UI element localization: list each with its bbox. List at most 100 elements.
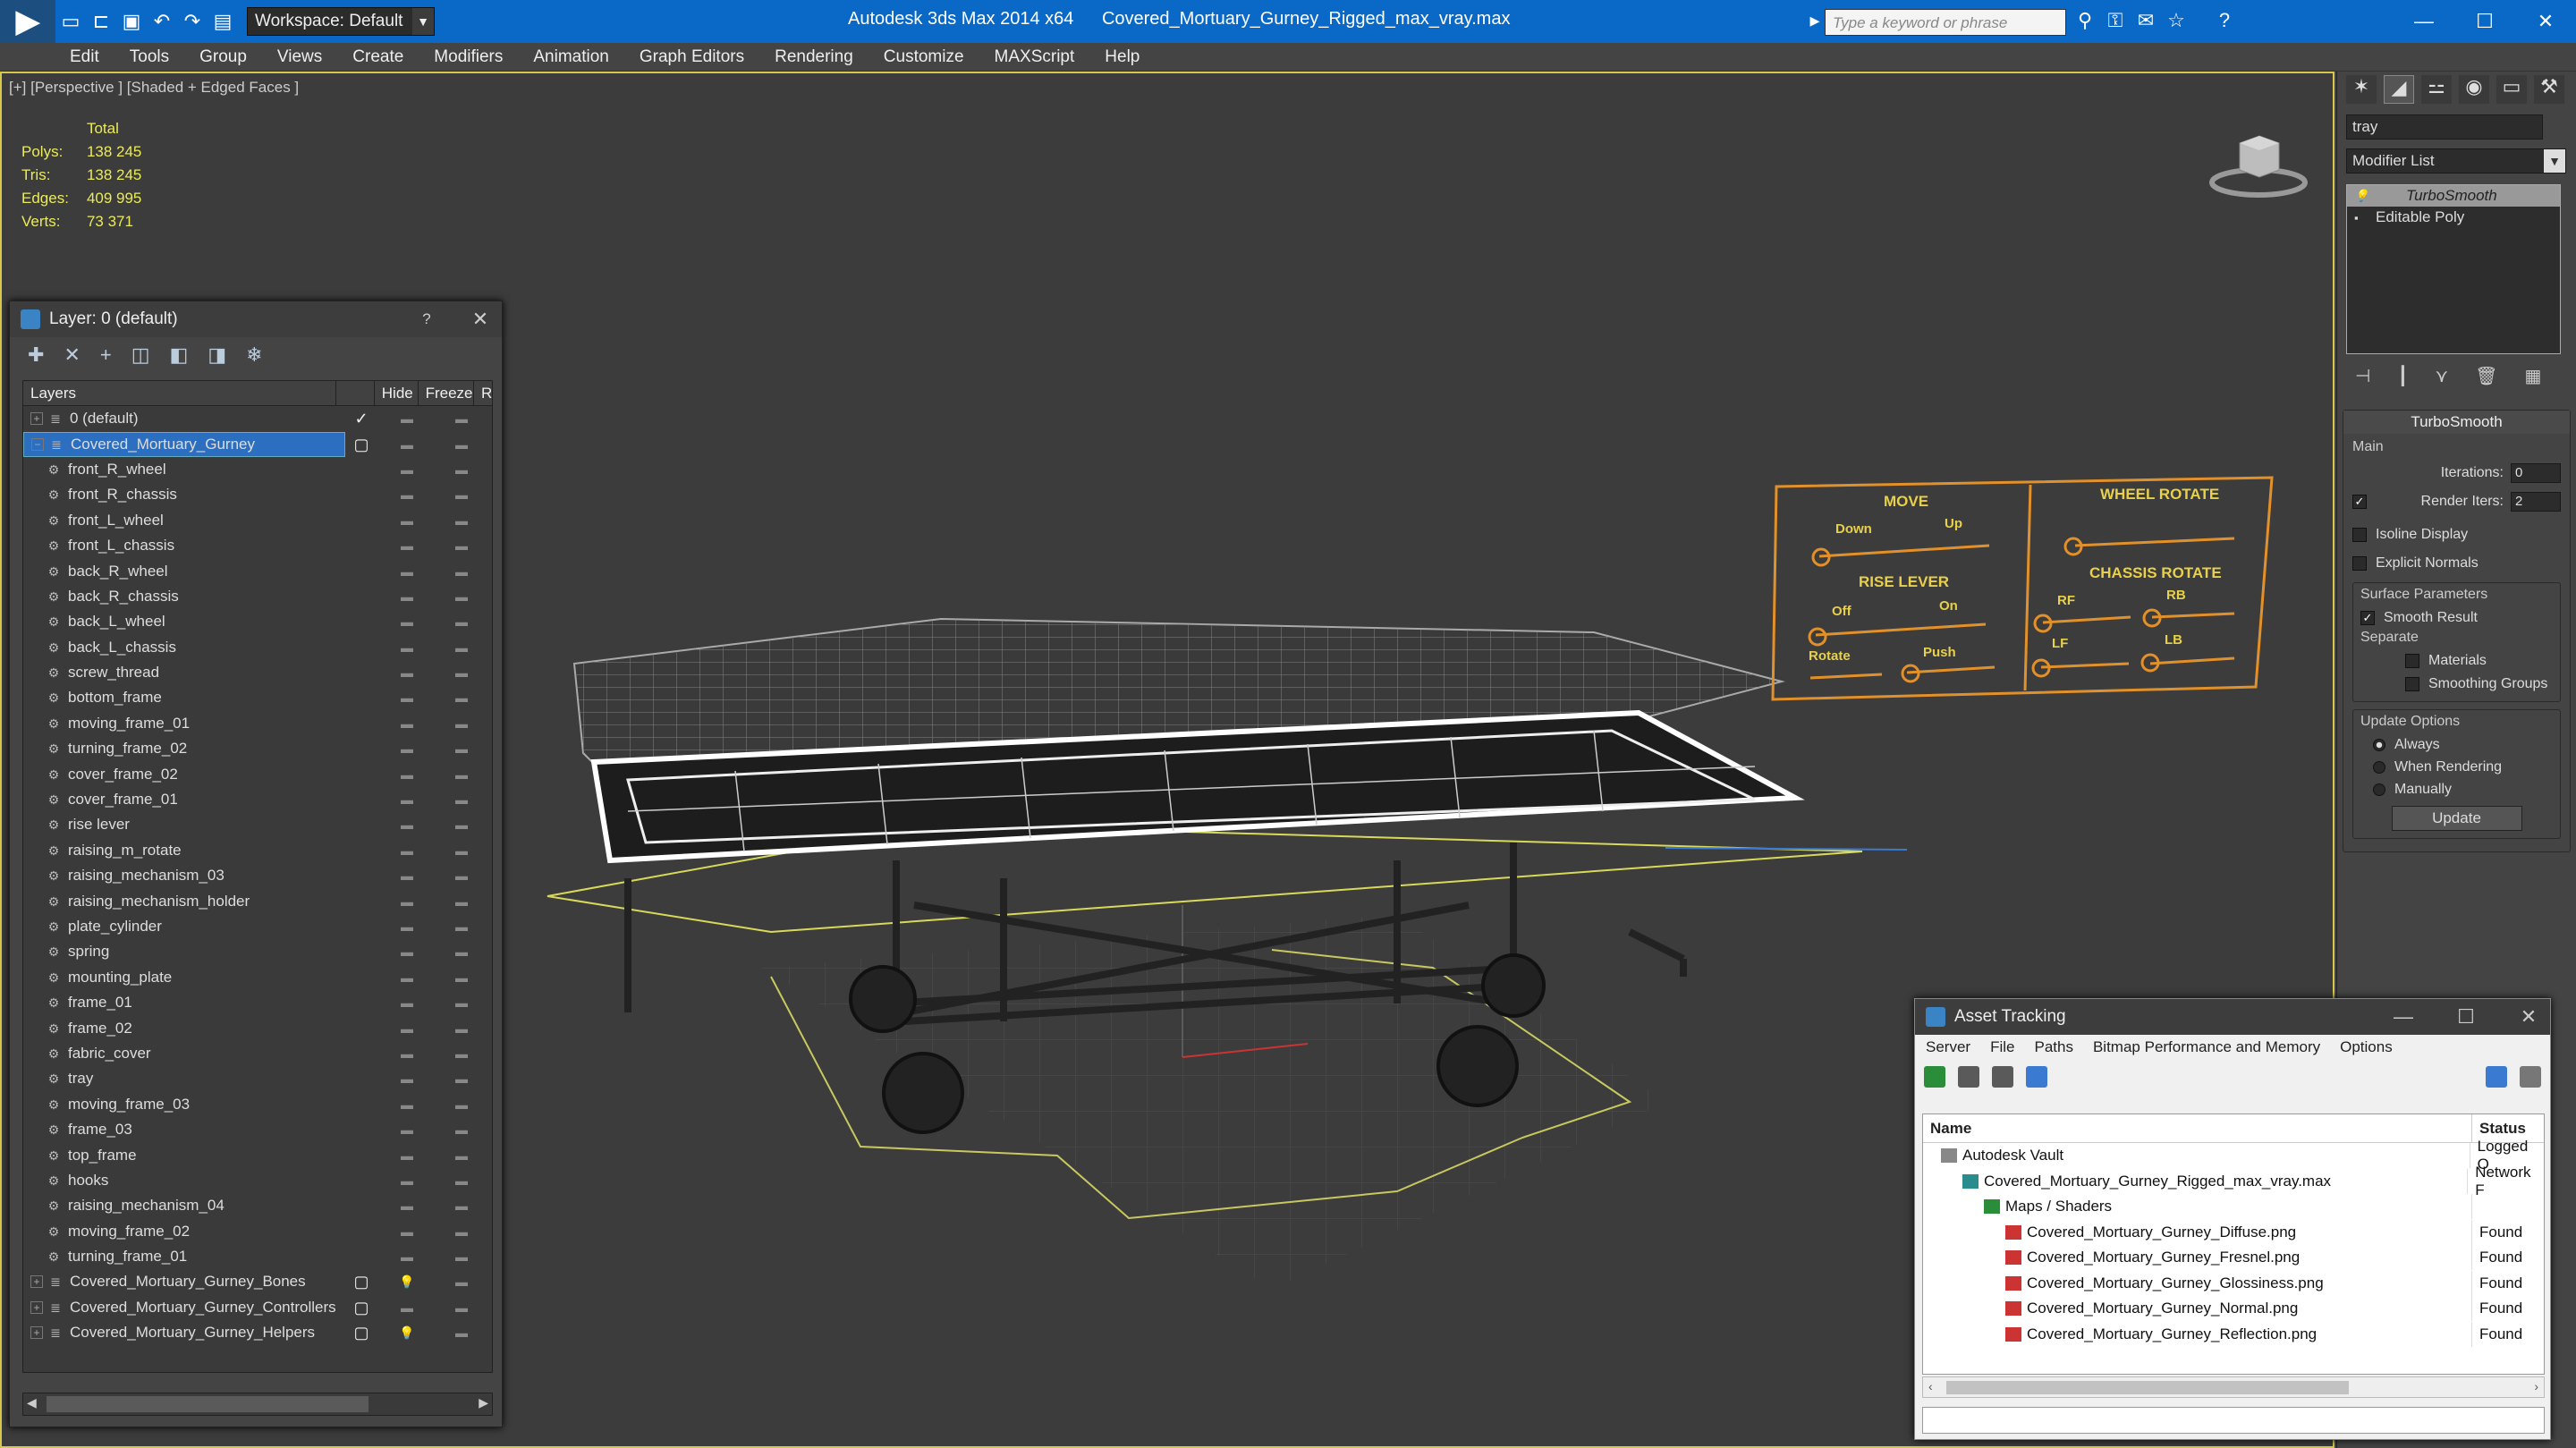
asset-row[interactable]: Maps / Shaders: [1923, 1194, 2544, 1220]
expand-icon[interactable]: ▪: [2354, 211, 2370, 224]
layer-row[interactable]: ⚙ rise lever ▬ ▬: [23, 812, 492, 837]
freeze-toggle-icon[interactable]: ▬: [451, 843, 472, 858]
freeze-toggle-icon[interactable]: ▬: [451, 437, 472, 452]
hide-toggle-icon[interactable]: ▬: [397, 995, 417, 1010]
layer-row-name-cell[interactable]: ⚙ moving_frame_02: [23, 1219, 345, 1244]
freeze-toggle-icon[interactable]: ▬: [451, 741, 472, 756]
smooth-result-checkbox[interactable]: ✓ Smooth Result: [2360, 606, 2553, 630]
freeze-toggle-icon[interactable]: ▬: [451, 767, 472, 782]
hide-toggle-icon[interactable]: ▬: [397, 640, 417, 655]
expand-icon[interactable]: +: [30, 1326, 43, 1340]
modify-tab-icon[interactable]: ◢: [2384, 75, 2414, 104]
freeze-toggle-icon[interactable]: ▬: [451, 995, 472, 1010]
close-icon[interactable]: ✕: [2519, 4, 2572, 39]
freeze-toggle-icon[interactable]: ▬: [451, 1122, 472, 1137]
hide-toggle-icon[interactable]: ▬: [397, 589, 417, 604]
layer-row[interactable]: ⚙ back_R_wheel ▬ ▬: [23, 558, 492, 583]
layer-row-name-cell[interactable]: ⚙ raising_mechanism_holder: [23, 889, 345, 914]
set-current-layer-icon[interactable]: ▢: [352, 1299, 370, 1317]
expand-icon[interactable]: +: [30, 412, 43, 426]
layer-row[interactable]: + ≣ Covered_Mortuary_Gurney_Helpers ▢ 💡 ▬: [23, 1320, 492, 1345]
layer-row[interactable]: ⚙ screw_thread ▬ ▬: [23, 660, 492, 685]
layer-row-name-cell[interactable]: ⚙ hooks: [23, 1168, 345, 1193]
layer-row-name-cell[interactable]: ⚙ back_L_chassis: [23, 635, 345, 660]
menu-rendering[interactable]: Rendering: [775, 47, 853, 67]
menu-views[interactable]: Views: [277, 47, 322, 67]
freeze-toggle-icon[interactable]: ▬: [451, 944, 472, 959]
collapse-icon[interactable]: −: [31, 437, 44, 451]
layer-row[interactable]: ⚙ front_L_wheel ▬ ▬: [23, 508, 492, 533]
hide-toggle-icon[interactable]: ▬: [397, 1071, 417, 1086]
layer-row-name-cell[interactable]: ⚙ raising_m_rotate: [23, 838, 345, 863]
layer-row-name-cell[interactable]: ⚙ mounting_plate: [23, 965, 345, 990]
hide-toggle-icon[interactable]: ▬: [397, 487, 417, 502]
motion-tab-icon[interactable]: ◉: [2459, 75, 2489, 104]
show-end-result-icon[interactable]: ┃: [2397, 365, 2408, 392]
rollout-header[interactable]: TurboSmooth: [2343, 411, 2570, 434]
detail-view-icon[interactable]: [1992, 1066, 2013, 1088]
layer-row-name-cell[interactable]: ⚙ bottom_frame: [23, 685, 345, 710]
layer-row-name-cell[interactable]: ⚙ frame_03: [23, 1117, 345, 1142]
isoline-display-checkbox[interactable]: Isoline Display: [2352, 523, 2561, 546]
menu-modifiers[interactable]: Modifiers: [434, 47, 503, 67]
subscription-icon[interactable]: ⚿: [2102, 9, 2129, 36]
hide-toggle-icon[interactable]: ▬: [397, 437, 417, 452]
radio-icon[interactable]: [2373, 760, 2385, 774]
layer-row[interactable]: ⚙ front_R_chassis ▬ ▬: [23, 482, 492, 507]
modifier-list-dropdown[interactable]: Modifier List ▼: [2346, 148, 2566, 174]
hide-toggle-icon[interactable]: ▬: [397, 944, 417, 959]
scroll-left-icon[interactable]: ◀: [27, 1395, 37, 1410]
help-icon[interactable]: [2486, 1066, 2507, 1088]
layer-row-name-cell[interactable]: ⚙ rise lever: [23, 812, 345, 837]
layer-row-name-cell[interactable]: + ≣ Covered_Mortuary_Gurney_Helpers: [23, 1320, 345, 1345]
freeze-toggle-icon[interactable]: ▬: [451, 462, 472, 477]
maximize-icon[interactable]: ☐: [2445, 999, 2487, 1035]
layer-row[interactable]: ⚙ bottom_frame ▬ ▬: [23, 685, 492, 710]
hide-toggle-icon[interactable]: ▬: [397, 564, 417, 579]
layer-row-name-cell[interactable]: ⚙ front_L_chassis: [23, 533, 345, 558]
menu-customize[interactable]: Customize: [884, 47, 964, 67]
layer-row[interactable]: ⚙ mounting_plate ▬ ▬: [23, 965, 492, 990]
layer-row-name-cell[interactable]: ⚙ moving_frame_03: [23, 1092, 345, 1117]
asset-name-cell[interactable]: Covered_Mortuary_Gurney_Fresnel.png: [1923, 1245, 2472, 1271]
checkbox-icon[interactable]: [2405, 654, 2419, 668]
expand-icon[interactable]: +: [30, 1275, 43, 1289]
freeze-toggle-icon[interactable]: ▬: [451, 1198, 472, 1213]
hide-toggle-icon[interactable]: ▬: [397, 1021, 417, 1036]
layer-row-name-cell[interactable]: − ≣ Covered_Mortuary_Gurney: [23, 431, 345, 457]
asset-name-cell[interactable]: Covered_Mortuary_Gurney_Reflection.png: [1923, 1321, 2472, 1347]
layer-row[interactable]: ⚙ raising_m_rotate ▬ ▬: [23, 838, 492, 863]
menu-group[interactable]: Group: [199, 47, 247, 67]
close-icon[interactable]: ✕: [2507, 999, 2550, 1035]
set-current-layer-icon[interactable]: ▢: [352, 1324, 370, 1342]
asset-menu-server[interactable]: Server: [1926, 1038, 1970, 1056]
always-radio[interactable]: Always: [2360, 733, 2553, 756]
display-tab-icon[interactable]: ▭: [2496, 75, 2527, 104]
make-unique-icon[interactable]: ⋎: [2435, 365, 2448, 392]
freeze-toggle-icon[interactable]: ▬: [451, 1325, 472, 1340]
menu-maxscript[interactable]: MAXScript: [995, 47, 1075, 67]
asset-row[interactable]: Autodesk Vault Logged O: [1923, 1138, 2544, 1173]
layer-row-name-cell[interactable]: + ≣ 0 (default): [23, 406, 345, 431]
iterations-spinner[interactable]: 0: [2511, 463, 2561, 483]
freeze-toggle-icon[interactable]: ▬: [451, 487, 472, 502]
asset-menu-bitmap[interactable]: Bitmap Performance and Memory: [2093, 1038, 2320, 1056]
scroll-thumb[interactable]: [47, 1396, 369, 1412]
freeze-toggle-icon[interactable]: ▬: [451, 817, 472, 832]
layer-panel-titlebar[interactable]: Layer: 0 (default) ? ✕: [10, 301, 502, 337]
explicit-normals-checkbox[interactable]: Explicit Normals: [2352, 552, 2561, 575]
checkbox-checked-icon[interactable]: ✓: [2360, 611, 2375, 625]
minimize-icon[interactable]: —: [2397, 4, 2451, 39]
freeze-toggle-icon[interactable]: ▬: [451, 1300, 472, 1315]
layer-row-name-cell[interactable]: ⚙ turning_frame_01: [23, 1244, 345, 1269]
layer-row[interactable]: ⚙ cover_frame_02 ▬ ▬: [23, 761, 492, 786]
layer-row[interactable]: ⚙ raising_mechanism_04 ▬ ▬: [23, 1193, 492, 1218]
layer-row-name-cell[interactable]: ⚙ moving_frame_01: [23, 711, 345, 736]
current-layer-check-icon[interactable]: ✓: [352, 410, 370, 428]
asset-name-cell[interactable]: Covered_Mortuary_Gurney_Diffuse.png: [1923, 1219, 2472, 1245]
utilities-tab-icon[interactable]: ⚒: [2534, 75, 2564, 104]
layer-row-name-cell[interactable]: ⚙ frame_01: [23, 990, 345, 1015]
col-layers[interactable]: Layers: [23, 381, 336, 406]
layer-row-name-cell[interactable]: ⚙ tray: [23, 1066, 345, 1091]
layer-row-name-cell[interactable]: ⚙ raising_mechanism_04: [23, 1193, 345, 1218]
